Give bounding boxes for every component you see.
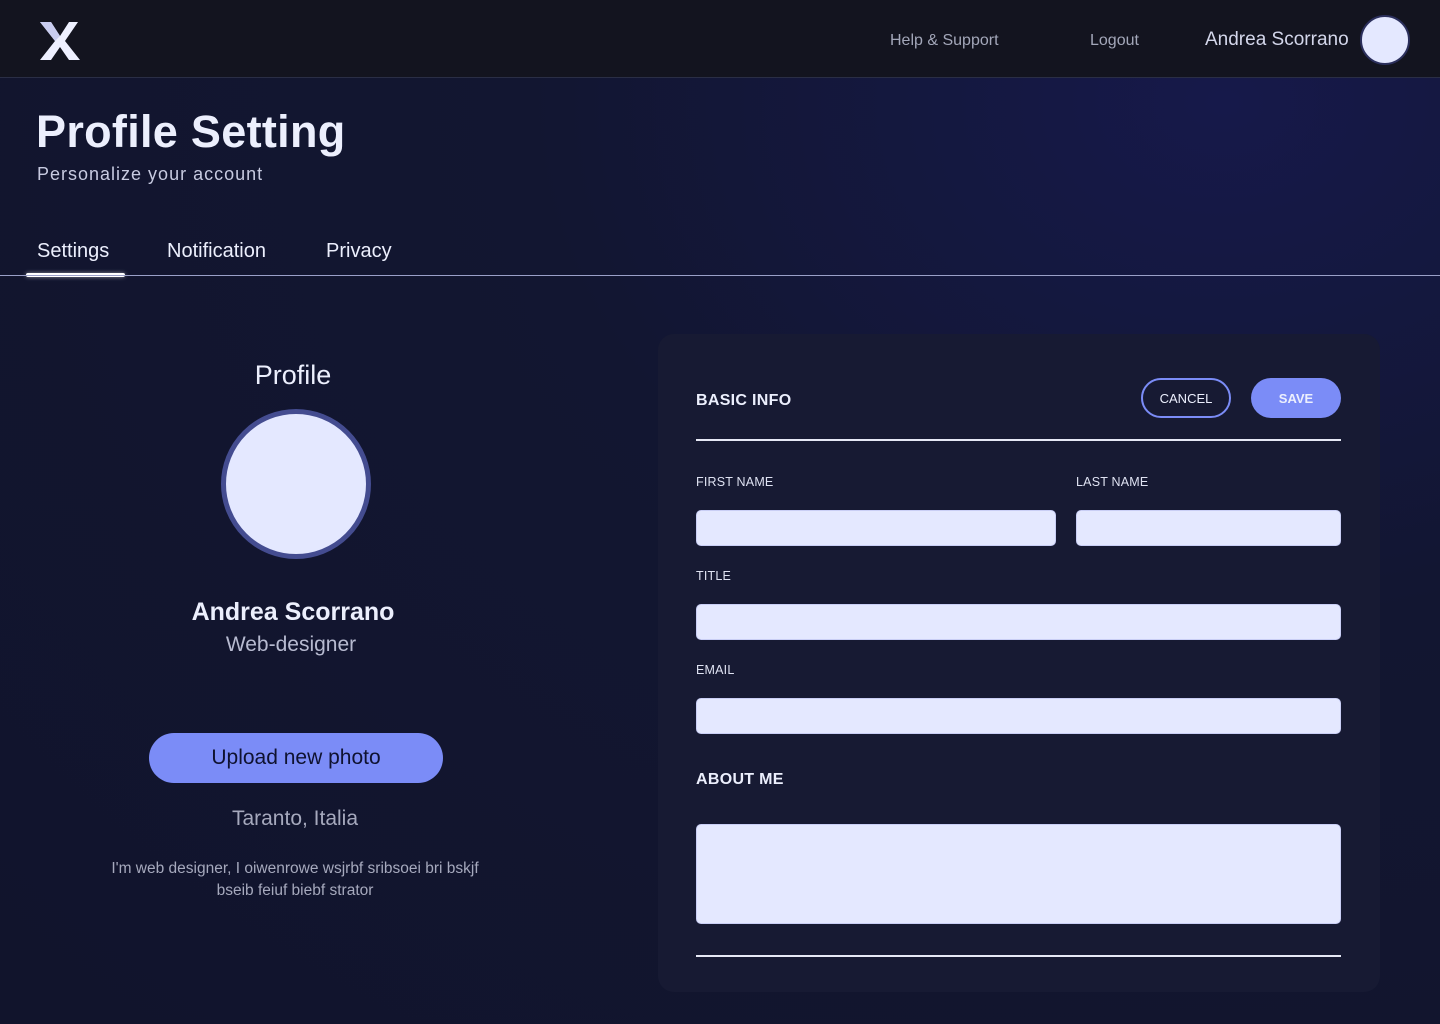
top-bar: Help & Support Logout Andrea Scorrano xyxy=(0,0,1440,78)
profile-avatar[interactable] xyxy=(221,409,371,559)
first-name-field[interactable] xyxy=(696,510,1056,546)
tabs-divider xyxy=(0,275,1440,276)
email-field[interactable] xyxy=(696,698,1341,734)
card-divider-bottom xyxy=(696,955,1341,957)
basic-info-card: BASIC INFO CANCEL SAVE FIRST NAME LAST N… xyxy=(658,334,1380,992)
about-me-heading: ABOUT ME xyxy=(696,771,784,788)
profile-role: Web-designer xyxy=(225,633,357,656)
x-logo-icon[interactable] xyxy=(38,20,82,62)
about-me-field[interactable] xyxy=(696,824,1341,924)
upload-photo-button[interactable]: Upload new photo xyxy=(149,733,443,783)
title-field[interactable] xyxy=(696,604,1341,640)
save-button[interactable]: SAVE xyxy=(1251,378,1341,418)
tab-privacy[interactable]: Privacy xyxy=(326,240,392,263)
help-support-link[interactable]: Help & Support xyxy=(890,32,999,50)
header-avatar[interactable] xyxy=(1360,15,1410,65)
profile-name: Andrea Scorrano xyxy=(191,598,395,626)
first-name-label: FIRST NAME xyxy=(696,475,774,489)
profile-bio: I'm web designer, I oiwenrowe wsjrbf sri… xyxy=(111,860,479,899)
cancel-button[interactable]: CANCEL xyxy=(1141,378,1231,418)
last-name-field[interactable] xyxy=(1076,510,1341,546)
card-divider-top xyxy=(696,439,1341,441)
last-name-label: LAST NAME xyxy=(1076,475,1149,489)
title-label: TITLE xyxy=(696,569,732,583)
email-label: EMAIL xyxy=(696,663,735,677)
page-subtitle: Personalize your account xyxy=(37,164,264,184)
profile-heading: Profile xyxy=(254,360,332,390)
profile-location: Taranto, Italia xyxy=(231,807,359,830)
tab-settings[interactable]: Settings xyxy=(37,240,109,263)
basic-info-heading: BASIC INFO xyxy=(696,392,792,409)
tab-notification[interactable]: Notification xyxy=(167,240,266,263)
logout-link[interactable]: Logout xyxy=(1090,32,1139,50)
page-title: Profile Setting xyxy=(36,106,346,157)
header-user-name[interactable]: Andrea Scorrano xyxy=(1205,29,1349,51)
